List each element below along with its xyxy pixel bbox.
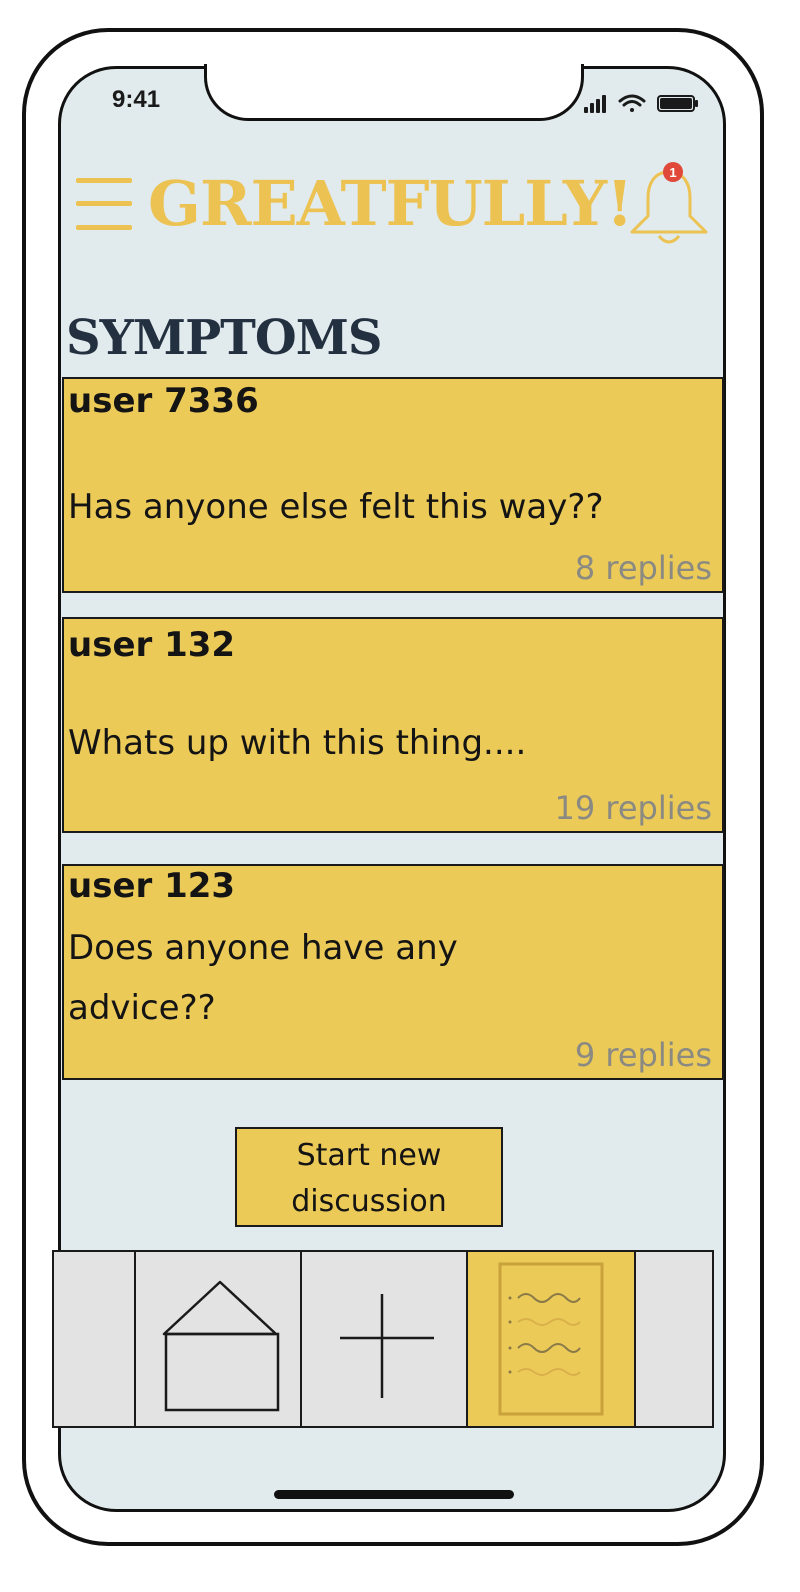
battery-icon: [657, 95, 698, 112]
post-message: Does anyone have any advice??: [68, 928, 458, 1028]
post-username: user 123: [68, 866, 236, 906]
notch-mask: [200, 50, 588, 64]
bottom-tab-bar: [52, 1250, 714, 1428]
post-message: Has anyone else felt this way??: [68, 487, 604, 527]
document-list-icon: [498, 1262, 604, 1416]
post-message: Whats up with this thing....: [68, 723, 527, 763]
bell-icon[interactable]: 1: [626, 158, 712, 248]
plus-icon: [340, 1294, 434, 1398]
start-new-discussion-button[interactable]: Start new discussion: [235, 1127, 503, 1227]
post-card[interactable]: user 132 Whats up with this thing.... 19…: [62, 617, 724, 833]
notification-count: 1: [669, 165, 676, 180]
hamburger-menu-icon[interactable]: [76, 176, 132, 232]
phone-notch: [204, 61, 584, 121]
post-card[interactable]: user 7336 Has anyone else felt this way?…: [62, 377, 724, 593]
tab-blank-left[interactable]: [52, 1250, 136, 1428]
tab-add[interactable]: [300, 1250, 468, 1428]
post-card[interactable]: user 123 Does anyone have any advice?? 9…: [62, 864, 724, 1080]
status-icons: [584, 94, 698, 113]
app-title: GREATFULLY!: [148, 167, 633, 240]
tab-blank-right[interactable]: [634, 1250, 714, 1428]
post-username: user 7336: [68, 381, 259, 421]
post-replies-link[interactable]: 19 replies: [555, 789, 712, 827]
post-replies-link[interactable]: 9 replies: [575, 1036, 712, 1074]
post-username: user 132: [68, 625, 236, 665]
home-indicator[interactable]: [274, 1490, 514, 1499]
post-replies-link[interactable]: 8 replies: [575, 549, 712, 587]
home-icon: [162, 1280, 280, 1412]
tab-forum[interactable]: [466, 1250, 636, 1428]
wifi-icon: [618, 94, 646, 112]
status-time: 9:41: [112, 86, 161, 113]
signal-icon: [584, 95, 606, 113]
tab-home[interactable]: [134, 1250, 302, 1428]
page-title: SYMPTOMS: [66, 310, 382, 366]
